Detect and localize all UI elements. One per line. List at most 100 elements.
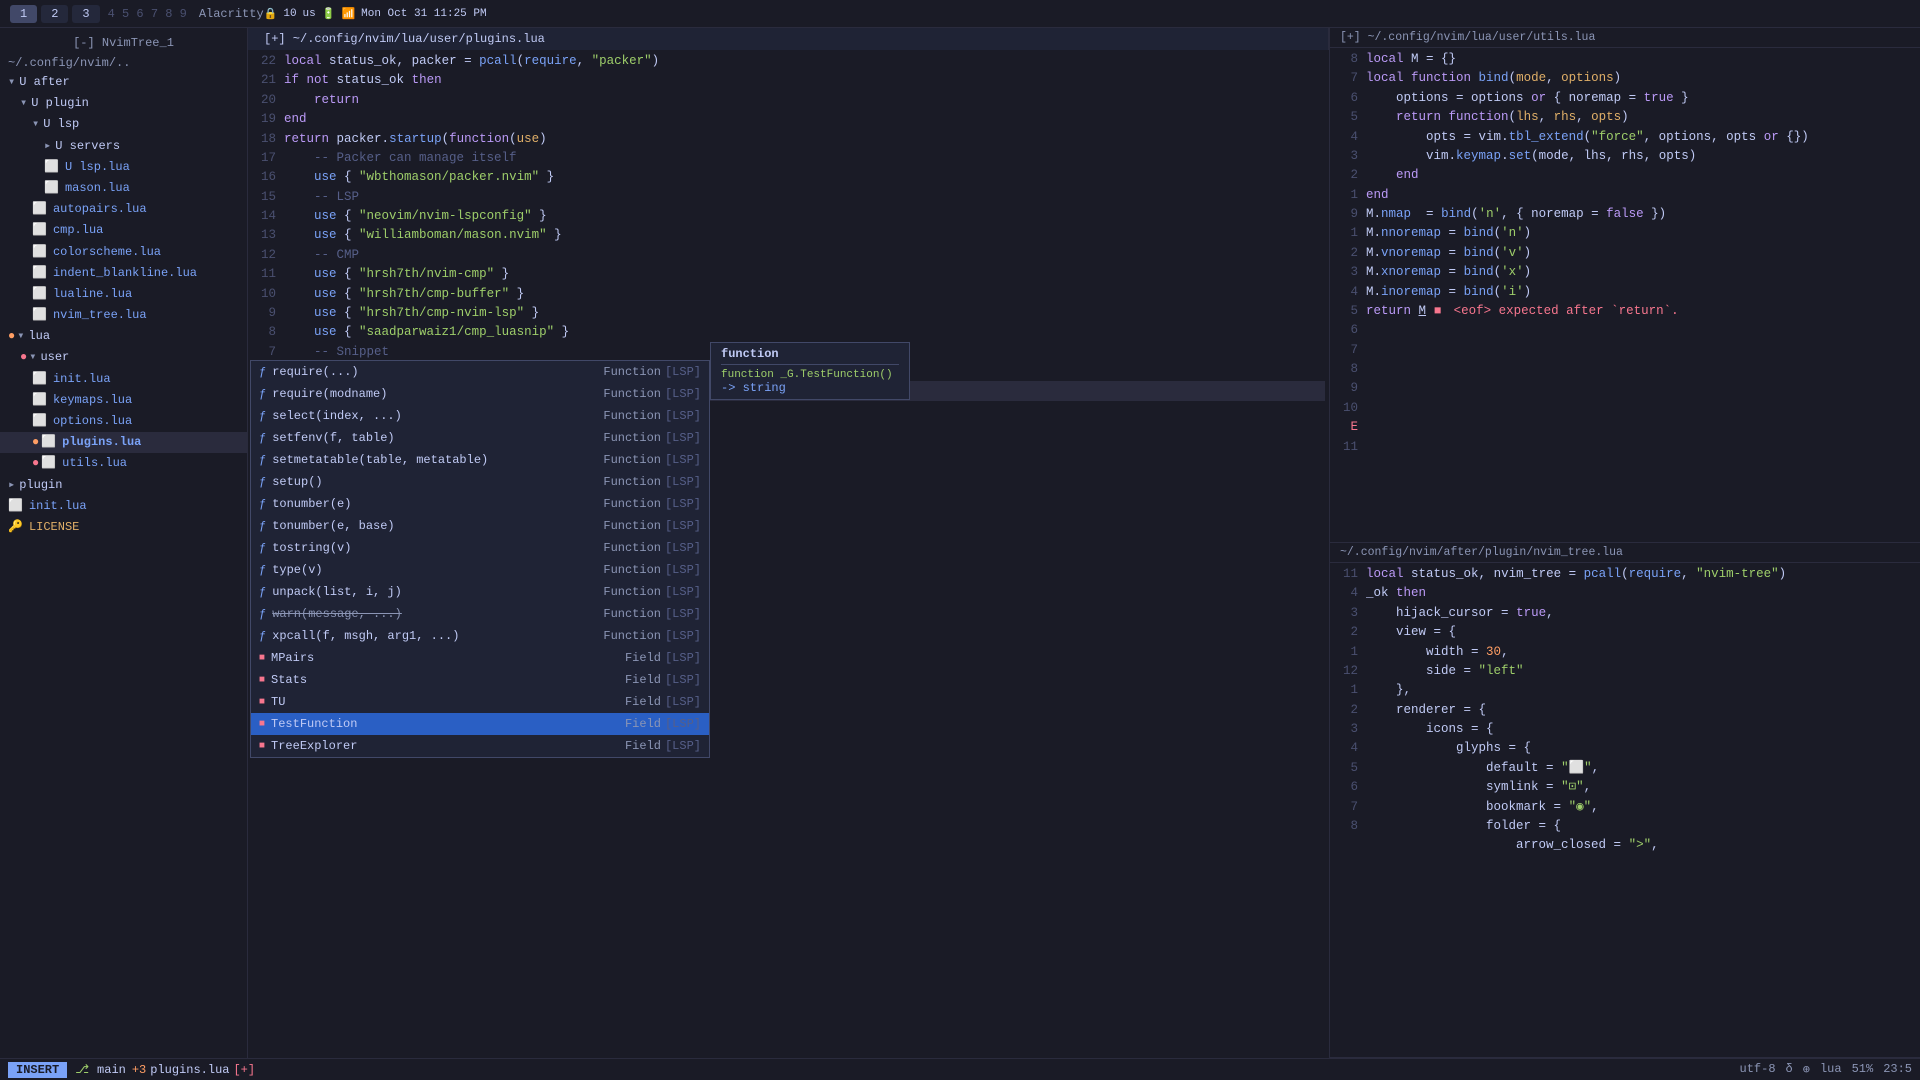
right-bottom-tab[interactable]: ~/.config/nvim/after/plugin/nvim_tree.lu… bbox=[1330, 543, 1920, 563]
left-editor-tab[interactable]: [+] ~/.config/nvim/lua/user/plugins.lua bbox=[248, 28, 1329, 50]
tree-user[interactable]: ●▾user bbox=[0, 347, 247, 368]
tree-plugin[interactable]: ▾U plugin bbox=[0, 93, 247, 114]
statusbar: INSERT ⎇ main +3 plugins.lua [+] utf-8 δ… bbox=[0, 1058, 1920, 1080]
comp-name: tonumber(e) bbox=[272, 495, 595, 513]
comp-field-icon: ■ bbox=[259, 717, 265, 732]
line-numbers-utils: 87654 32191 23456 78910 E11 bbox=[1330, 48, 1366, 542]
tree-options[interactable]: ⬜options.lua bbox=[0, 411, 247, 432]
comp-name: warn(message, ...) bbox=[272, 605, 595, 623]
git-icon: ⎇ bbox=[75, 1062, 89, 1077]
comp-source: [LSP] bbox=[665, 473, 701, 491]
tree-lualine[interactable]: ⬜lualine.lua bbox=[0, 284, 247, 305]
comp-name: setup() bbox=[272, 473, 595, 491]
tree-lsp[interactable]: ▾U lsp bbox=[0, 114, 247, 135]
sidebar-root: ~/.config/nvim/.. bbox=[0, 54, 247, 72]
comp-field-icon: ■ bbox=[259, 651, 265, 666]
nvim-tree-code-content[interactable]: 11432 112123 45678 local status_ok, nvim… bbox=[1330, 563, 1920, 1057]
comp-type: Function bbox=[603, 517, 661, 535]
comp-name: require(modname) bbox=[272, 385, 595, 403]
lock-icon: 🔒 bbox=[264, 7, 278, 21]
editors-main: [+] ~/.config/nvim/lua/user/plugins.lua … bbox=[248, 28, 1920, 1058]
comp-source: [LSP] bbox=[665, 671, 701, 689]
tree-plugins-active[interactable]: ●⬜plugins.lua bbox=[0, 432, 247, 453]
tree-indent-blankline[interactable]: ⬜indent_blankline.lua bbox=[0, 263, 247, 284]
utils-code-content[interactable]: 87654 32191 23456 78910 E11 local M = {}… bbox=[1330, 48, 1920, 542]
tree-autopairs[interactable]: ⬜autopairs.lua bbox=[0, 199, 247, 220]
tree-keymaps[interactable]: ⬜keymaps.lua bbox=[0, 390, 247, 411]
comp-f-icon: ƒ bbox=[259, 473, 266, 491]
comp-type: Function bbox=[603, 627, 661, 645]
comp-type: Function bbox=[603, 495, 661, 513]
comp-type: Function bbox=[603, 605, 661, 623]
tree-lsp-lua[interactable]: ⬜U lsp.lua bbox=[0, 157, 247, 178]
comp-unpack[interactable]: ƒ unpack(list, i, j) Function [LSP] bbox=[251, 581, 709, 603]
tab-2[interactable]: 2 bbox=[41, 5, 68, 23]
comp-type: Function bbox=[603, 363, 661, 381]
comp-f-icon: ƒ bbox=[259, 605, 266, 623]
comp-tostring[interactable]: ƒ tostring(v) Function [LSP] bbox=[251, 537, 709, 559]
comp-setfenv[interactable]: ƒ setfenv(f, table) Function [LSP] bbox=[251, 427, 709, 449]
tree-utils[interactable]: ●⬜utils.lua bbox=[0, 453, 247, 474]
titlebar-tabs: 1 2 3 4 5 6 7 8 9 Alacritty bbox=[10, 5, 264, 23]
tree-nvim-tree[interactable]: ⬜nvim_tree.lua bbox=[0, 305, 247, 326]
comp-type: Function bbox=[603, 473, 661, 491]
battery-icon: 🔋 bbox=[322, 7, 336, 21]
comp-f-icon: ƒ bbox=[259, 495, 266, 513]
comp-name: unpack(list, i, j) bbox=[272, 583, 595, 601]
scroll-percent: 51% bbox=[1852, 1062, 1874, 1077]
comp-testfunction[interactable]: ■ TestFunction Field [LSP] bbox=[251, 713, 709, 735]
tree-lua[interactable]: ●▾lua bbox=[0, 326, 247, 347]
comp-source: [LSP] bbox=[665, 407, 701, 425]
comp-type: Field bbox=[625, 715, 661, 733]
comp-setup[interactable]: ƒ setup() Function [LSP] bbox=[251, 471, 709, 493]
comp-source: [LSP] bbox=[665, 583, 701, 601]
comp-select[interactable]: ƒ select(index, ...) Function [LSP] bbox=[251, 405, 709, 427]
tree-mason-lua[interactable]: ⬜mason.lua bbox=[0, 178, 247, 199]
tree-colorscheme[interactable]: ⬜colorscheme.lua bbox=[0, 242, 247, 263]
comp-tu[interactable]: ■ TU Field [LSP] bbox=[251, 691, 709, 713]
comp-f-icon: ƒ bbox=[259, 363, 266, 381]
tab-1[interactable]: 1 bbox=[10, 5, 37, 23]
encoding: utf-8 bbox=[1740, 1062, 1776, 1077]
comp-source: [LSP] bbox=[665, 561, 701, 579]
comp-type: Function bbox=[603, 561, 661, 579]
comp-mpairs[interactable]: ■ MPairs Field [LSP] bbox=[251, 647, 709, 669]
comp-tonumber-e[interactable]: ƒ tonumber(e) Function [LSP] bbox=[251, 493, 709, 515]
tree-root-init[interactable]: ⬜init.lua bbox=[0, 496, 247, 517]
connection-count: 10 bbox=[283, 8, 296, 20]
comp-setmetatable[interactable]: ƒ setmetatable(table, metatable) Functio… bbox=[251, 449, 709, 471]
git-branch: main bbox=[97, 1063, 126, 1077]
left-editor-content[interactable]: 2221201918 1716151413 12111098 76543 212… bbox=[248, 50, 1329, 1058]
utils-code: 87654 32191 23456 78910 E11 local M = {}… bbox=[1330, 48, 1920, 542]
comp-type: Field bbox=[625, 693, 661, 711]
comp-type: Function bbox=[603, 385, 661, 403]
comp-stats[interactable]: ■ Stats Field [LSP] bbox=[251, 669, 709, 691]
completion-popup[interactable]: ƒ require(...) Function [LSP] ƒ require(… bbox=[250, 360, 710, 758]
comp-f-icon: ƒ bbox=[259, 539, 266, 557]
comp-require-dots[interactable]: ƒ require(...) Function [LSP] bbox=[251, 361, 709, 383]
comp-field-icon: ■ bbox=[259, 673, 265, 688]
tree-after[interactable]: ▾U after bbox=[0, 72, 247, 93]
main-area: [-] NvimTree_1 ~/.config/nvim/.. ▾U afte… bbox=[0, 28, 1920, 1058]
comp-source: [LSP] bbox=[665, 451, 701, 469]
tree-servers[interactable]: ▸U servers bbox=[0, 136, 247, 157]
comp-f-icon: ƒ bbox=[259, 407, 266, 425]
tree-plugin-dir[interactable]: ▸plugin bbox=[0, 475, 247, 496]
right-top-tab[interactable]: [+] ~/.config/nvim/lua/user/utils.lua bbox=[1330, 28, 1920, 48]
comp-tonumber-base[interactable]: ƒ tonumber(e, base) Function [LSP] bbox=[251, 515, 709, 537]
sidebar-tree: ▾U after ▾U plugin ▾U lsp ▸U servers ⬜U … bbox=[0, 72, 247, 538]
tree-init-lua[interactable]: ⬜init.lua bbox=[0, 369, 247, 390]
comp-xpcall[interactable]: ƒ xpcall(f, msgh, arg1, ...) Function [L… bbox=[251, 625, 709, 647]
function-tooltip: function function _G.TestFunction() -> s… bbox=[710, 342, 910, 400]
comp-require-modname[interactable]: ƒ require(modname) Function [LSP] bbox=[251, 383, 709, 405]
tree-cmp-lua[interactable]: ⬜cmp.lua bbox=[0, 220, 247, 241]
comp-treeexplorer[interactable]: ■ TreeExplorer Field [LSP] bbox=[251, 735, 709, 757]
right-panels: [+] ~/.config/nvim/lua/user/utils.lua 87… bbox=[1330, 28, 1920, 1058]
titlebar-right: 🔒 10 us 🔋 📶 Mon Oct 31 11:25 PM bbox=[264, 7, 487, 21]
tab-3[interactable]: 3 bbox=[72, 5, 99, 23]
tree-license[interactable]: 🔑LICENSE bbox=[0, 517, 247, 538]
comp-warn[interactable]: ƒ warn(message, ...) Function [LSP] bbox=[251, 603, 709, 625]
tooltip-word: function bbox=[721, 347, 899, 365]
comp-type[interactable]: ƒ type(v) Function [LSP] bbox=[251, 559, 709, 581]
comp-source: [LSP] bbox=[665, 429, 701, 447]
